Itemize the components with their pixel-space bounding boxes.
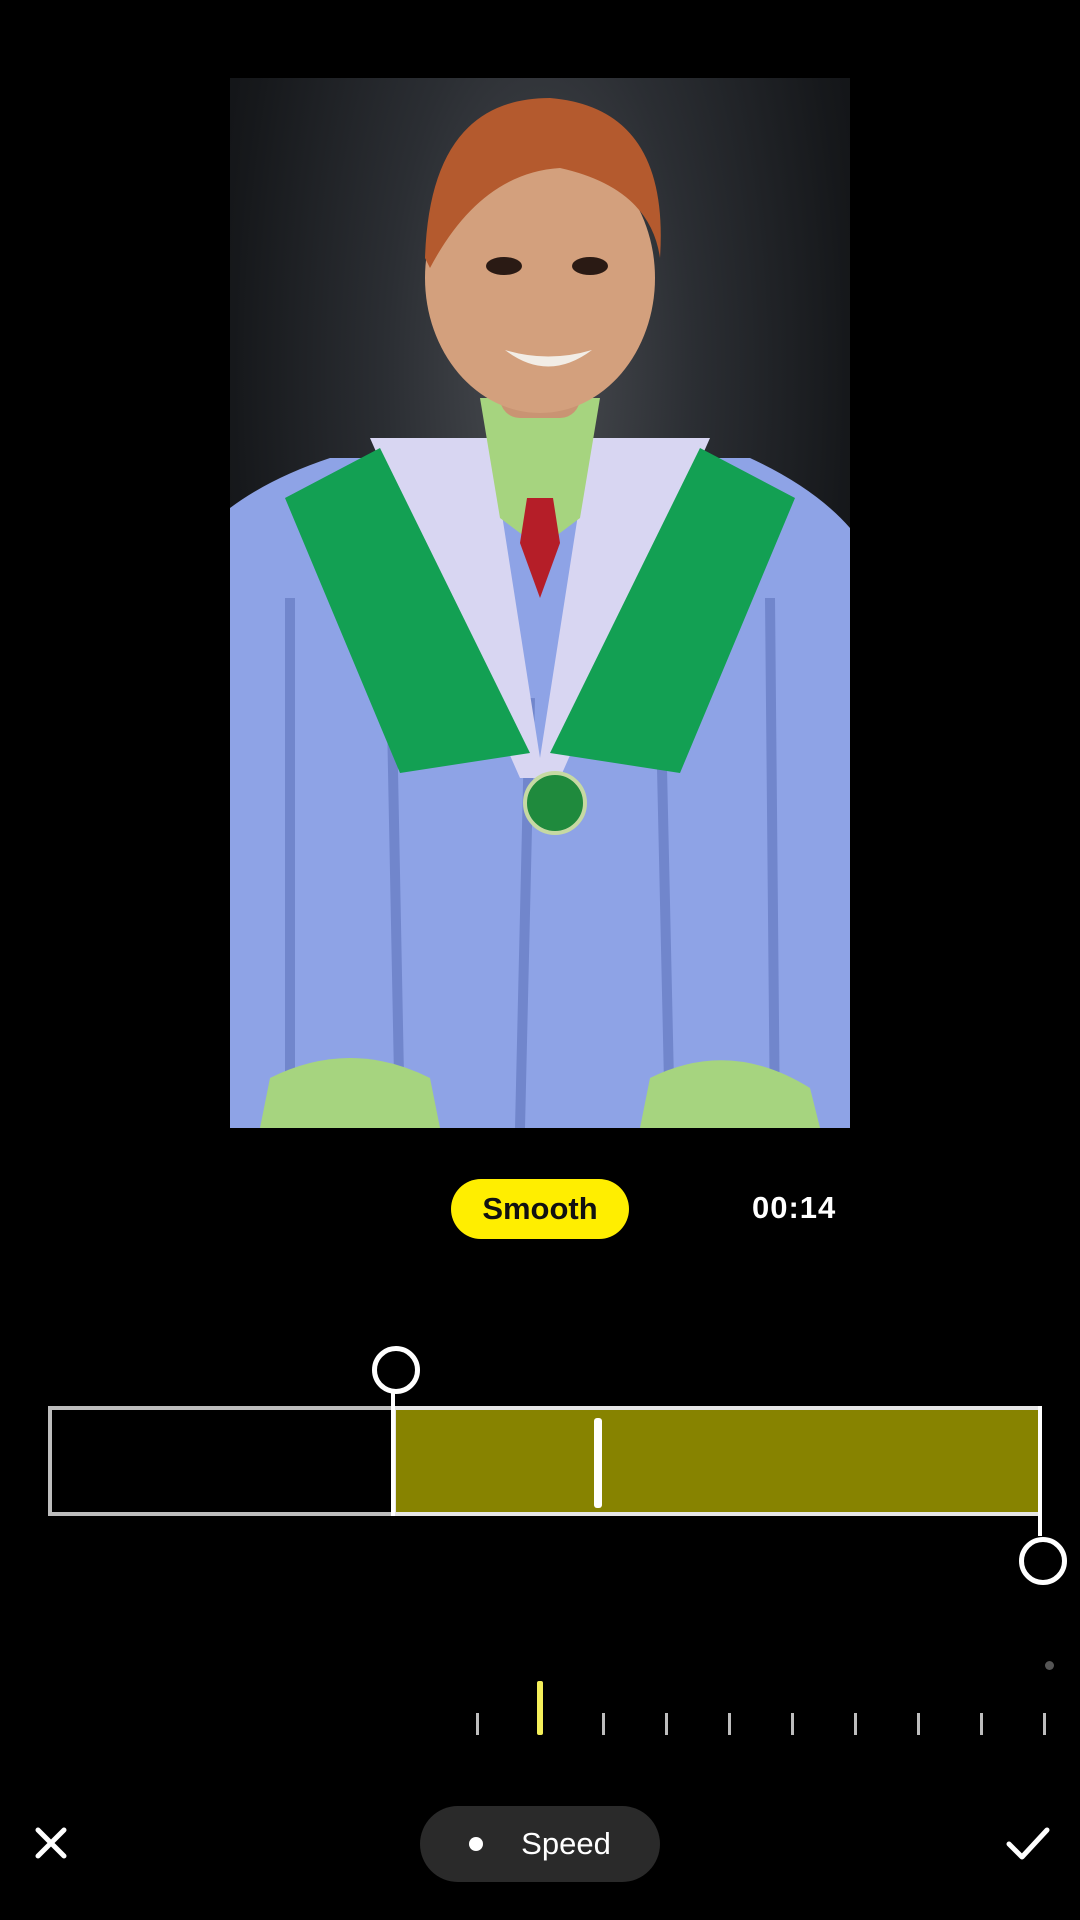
duration-label: 00:14 xyxy=(752,1190,837,1225)
ruler-tick-active[interactable] xyxy=(537,1681,543,1735)
trim-end-line xyxy=(1038,1406,1042,1536)
speed-button[interactable]: Speed xyxy=(420,1806,660,1882)
speed-ruler[interactable] xyxy=(470,1655,1060,1735)
ruler-tick xyxy=(728,1713,731,1735)
ruler-dot xyxy=(1045,1661,1054,1670)
video-preview xyxy=(230,78,850,1128)
ruler-tick xyxy=(665,1713,668,1735)
ruler-tick xyxy=(917,1713,920,1735)
close-icon xyxy=(35,1827,67,1859)
confirm-button[interactable] xyxy=(1002,1820,1054,1866)
ruler-tick xyxy=(1043,1713,1046,1735)
smooth-mode-label: Smooth xyxy=(482,1191,598,1226)
bottom-toolbar: Speed xyxy=(0,1790,1080,1900)
playhead[interactable] xyxy=(594,1418,602,1508)
ruler-tick xyxy=(476,1713,479,1735)
close-button[interactable] xyxy=(28,1820,74,1866)
trim-end-handle[interactable] xyxy=(1019,1537,1067,1585)
speed-label: Speed xyxy=(521,1826,611,1861)
ruler-tick xyxy=(854,1713,857,1735)
timeline-selection[interactable] xyxy=(392,1406,1042,1516)
speed-dot-icon xyxy=(469,1837,484,1851)
preview-image xyxy=(230,98,850,1128)
trim-start-handle[interactable] xyxy=(372,1346,420,1394)
trim-start-line xyxy=(391,1386,395,1516)
check-icon xyxy=(1006,1827,1050,1860)
ruler-tick xyxy=(791,1713,794,1735)
ruler-tick xyxy=(602,1713,605,1735)
smooth-mode-button[interactable]: Smooth xyxy=(451,1179,629,1239)
ruler-tick xyxy=(980,1713,983,1735)
